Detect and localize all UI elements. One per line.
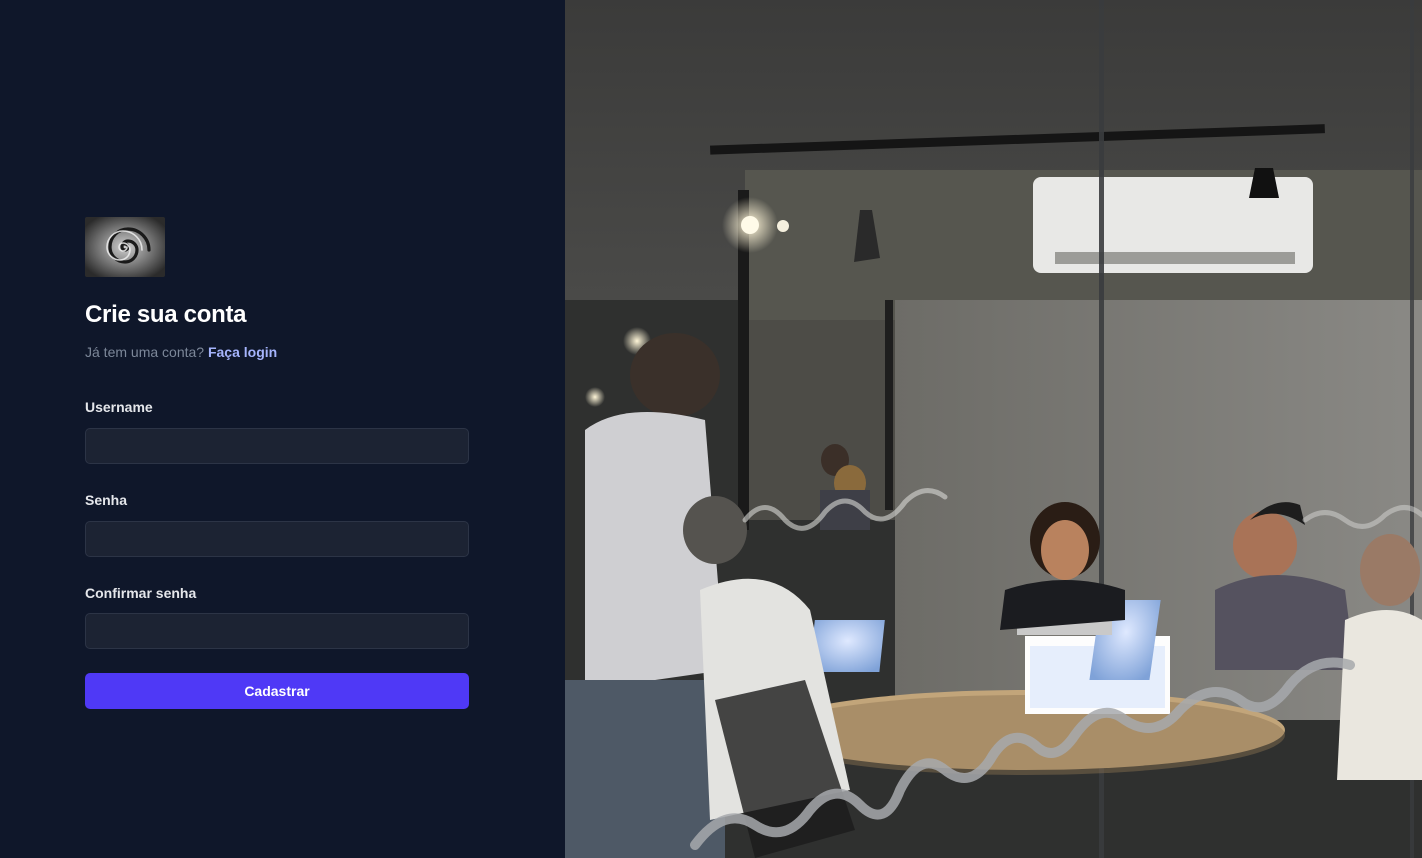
- register-button[interactable]: Cadastrar: [85, 673, 469, 710]
- username-input[interactable]: [85, 427, 469, 464]
- username-group: Username: [85, 399, 469, 464]
- spiral-logo-icon: [85, 217, 165, 277]
- confirm-password-input[interactable]: [85, 613, 469, 650]
- login-prompt-text: Já tem uma conta?: [85, 343, 205, 360]
- confirm-password-group: Confirmar senha: [85, 585, 469, 650]
- office-meeting-photo: [565, 0, 1422, 858]
- username-label: Username: [85, 398, 153, 415]
- confirm-password-label: Confirmar senha: [85, 584, 197, 601]
- login-link[interactable]: Faça login: [208, 344, 277, 360]
- password-group: Senha: [85, 492, 469, 557]
- password-label: Senha: [85, 491, 128, 508]
- signup-form: Crie sua conta Já tem uma conta? Faça lo…: [85, 217, 469, 710]
- password-input[interactable]: [85, 520, 469, 557]
- hero-image: [565, 0, 1422, 858]
- login-prompt: Já tem uma conta? Faça login: [85, 343, 469, 361]
- signup-panel: Crie sua conta Já tem uma conta? Faça lo…: [0, 0, 565, 858]
- page-title: Crie sua conta: [85, 301, 247, 328]
